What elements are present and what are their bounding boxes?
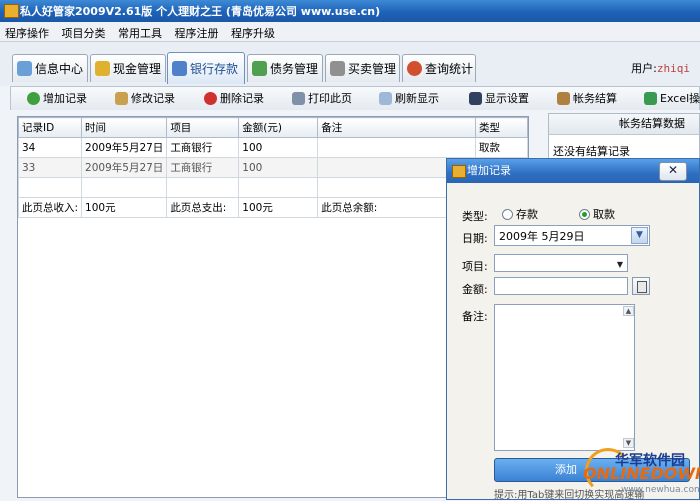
edit-icon <box>115 91 128 105</box>
close-icon: ✕ <box>667 163 679 177</box>
dialog-title-bar: 增加记录 ✕ <box>447 159 699 183</box>
col-note[interactable]: 备注 <box>317 117 477 138</box>
calculator-icon[interactable] <box>632 277 650 295</box>
house-icon <box>452 165 466 178</box>
settlement-panel-header: 帐务结算数据 <box>549 114 699 135</box>
toolbar: 增加记录 修改记录 删除记录 打印此页 刷新显示 显示设置 帐务结算 Excel… <box>10 86 700 110</box>
expense-value: 100元 <box>238 197 319 218</box>
radio-circle-icon <box>502 208 513 220</box>
col-item[interactable]: 项目 <box>166 117 240 138</box>
account-settle-button[interactable]: 帐务结算 <box>557 90 617 106</box>
date-picker[interactable]: 2009年 5月29日 ▼ <box>494 225 650 246</box>
income-value: 100元 <box>81 197 168 218</box>
menu-item-category[interactable]: 项目分类 <box>57 22 110 41</box>
printer-icon <box>292 91 305 105</box>
pie-chart-icon <box>407 61 422 76</box>
cart-icon <box>330 61 345 76</box>
amount-input[interactable] <box>494 277 628 295</box>
tab-bank-deposit[interactable]: 银行存款 <box>167 52 245 84</box>
col-time[interactable]: 时间 <box>81 117 168 138</box>
delete-icon <box>204 91 217 105</box>
note-textarea[interactable] <box>494 304 635 451</box>
menu-bar: 程序操作 项目分类 常用工具 程序注册 程序升级 <box>0 22 700 42</box>
scroll-up-icon[interactable]: ▲ <box>623 306 634 316</box>
refresh-button[interactable]: 刷新显示 <box>379 90 439 106</box>
people-icon <box>252 61 267 76</box>
coins-icon <box>95 61 110 76</box>
table-header-row: 记录ID 时间 项目 金额(元) 备注 类型 <box>18 117 528 138</box>
delete-record-button[interactable]: 删除记录 <box>204 90 264 106</box>
bank-card-icon <box>172 61 187 76</box>
print-page-button[interactable]: 打印此页 <box>292 90 352 106</box>
radio-checked-icon <box>579 208 590 220</box>
calendar-dropdown-icon[interactable]: ▼ <box>631 227 648 244</box>
monitor-icon <box>469 91 482 105</box>
tab-info-center[interactable]: 信息中心 <box>12 54 88 82</box>
tab-strip: 信息中心 现金管理 银行存款 债务管理 买卖管理 查询统计 用户:zhiqi <box>0 42 700 86</box>
tab-trade[interactable]: 买卖管理 <box>325 54 400 82</box>
dialog-title: 增加记录 <box>467 164 511 177</box>
col-record-id[interactable]: 记录ID <box>18 117 83 138</box>
col-type[interactable]: 类型 <box>475 117 528 138</box>
amount-label: 金额: <box>462 283 488 296</box>
envelope-icon <box>17 61 32 76</box>
radio-withdraw[interactable]: 取款 <box>579 206 615 222</box>
add-record-button[interactable]: 增加记录 <box>27 90 87 106</box>
edit-record-button[interactable]: 修改记录 <box>115 90 175 106</box>
user-indicator: 用户:zhiqi <box>631 62 690 75</box>
item-select[interactable]: ▼ <box>494 254 628 272</box>
income-label: 此页总收入: <box>18 197 83 218</box>
tab-cash[interactable]: 现金管理 <box>90 54 166 82</box>
tab-query-stats[interactable]: 查询统计 <box>402 54 476 82</box>
menu-common-tools[interactable]: 常用工具 <box>113 22 166 41</box>
refresh-icon <box>379 91 392 105</box>
excel-button[interactable]: Excel操 <box>644 90 700 106</box>
col-amount[interactable]: 金额(元) <box>238 117 319 138</box>
app-house-icon <box>4 4 19 18</box>
date-value: 2009年 5月29日 <box>499 230 585 243</box>
menu-program-upgrade[interactable]: 程序升级 <box>226 22 279 41</box>
watermark-url: www.newhua.com <box>621 485 700 495</box>
chevron-down-icon: ▼ <box>616 260 623 269</box>
date-label: 日期: <box>462 232 488 245</box>
display-settings-button[interactable]: 显示设置 <box>469 90 529 106</box>
watermark-en: ONLINEDOWN <box>583 464 700 483</box>
settle-icon <box>557 91 570 105</box>
menu-program-ops[interactable]: 程序操作 <box>0 22 53 41</box>
item-label: 项目: <box>462 260 488 273</box>
type-label: 类型: <box>462 210 488 223</box>
plus-icon <box>27 91 40 105</box>
user-name: zhiqi <box>656 62 690 75</box>
excel-icon <box>644 91 657 105</box>
radio-deposit[interactable]: 存款 <box>502 206 538 222</box>
expense-label: 此页总支出: <box>166 197 240 218</box>
note-label: 备注: <box>462 310 488 323</box>
close-button[interactable]: ✕ <box>659 162 687 181</box>
menu-program-register[interactable]: 程序注册 <box>170 22 223 41</box>
table-row[interactable]: 34 2009年5月27日 工商银行 100 取款 <box>18 137 528 158</box>
watermark-logo: 华军软件园 ONLINEDOWN www.newhua.com <box>583 442 700 500</box>
tab-debt[interactable]: 债务管理 <box>247 54 323 82</box>
title-bar: 私人好管家2009V2.61版 个人理财之王 (青岛优易公司 www.use.c… <box>0 0 700 22</box>
window-title: 私人好管家2009V2.61版 个人理财之王 (青岛优易公司 www.use.c… <box>20 5 381 18</box>
